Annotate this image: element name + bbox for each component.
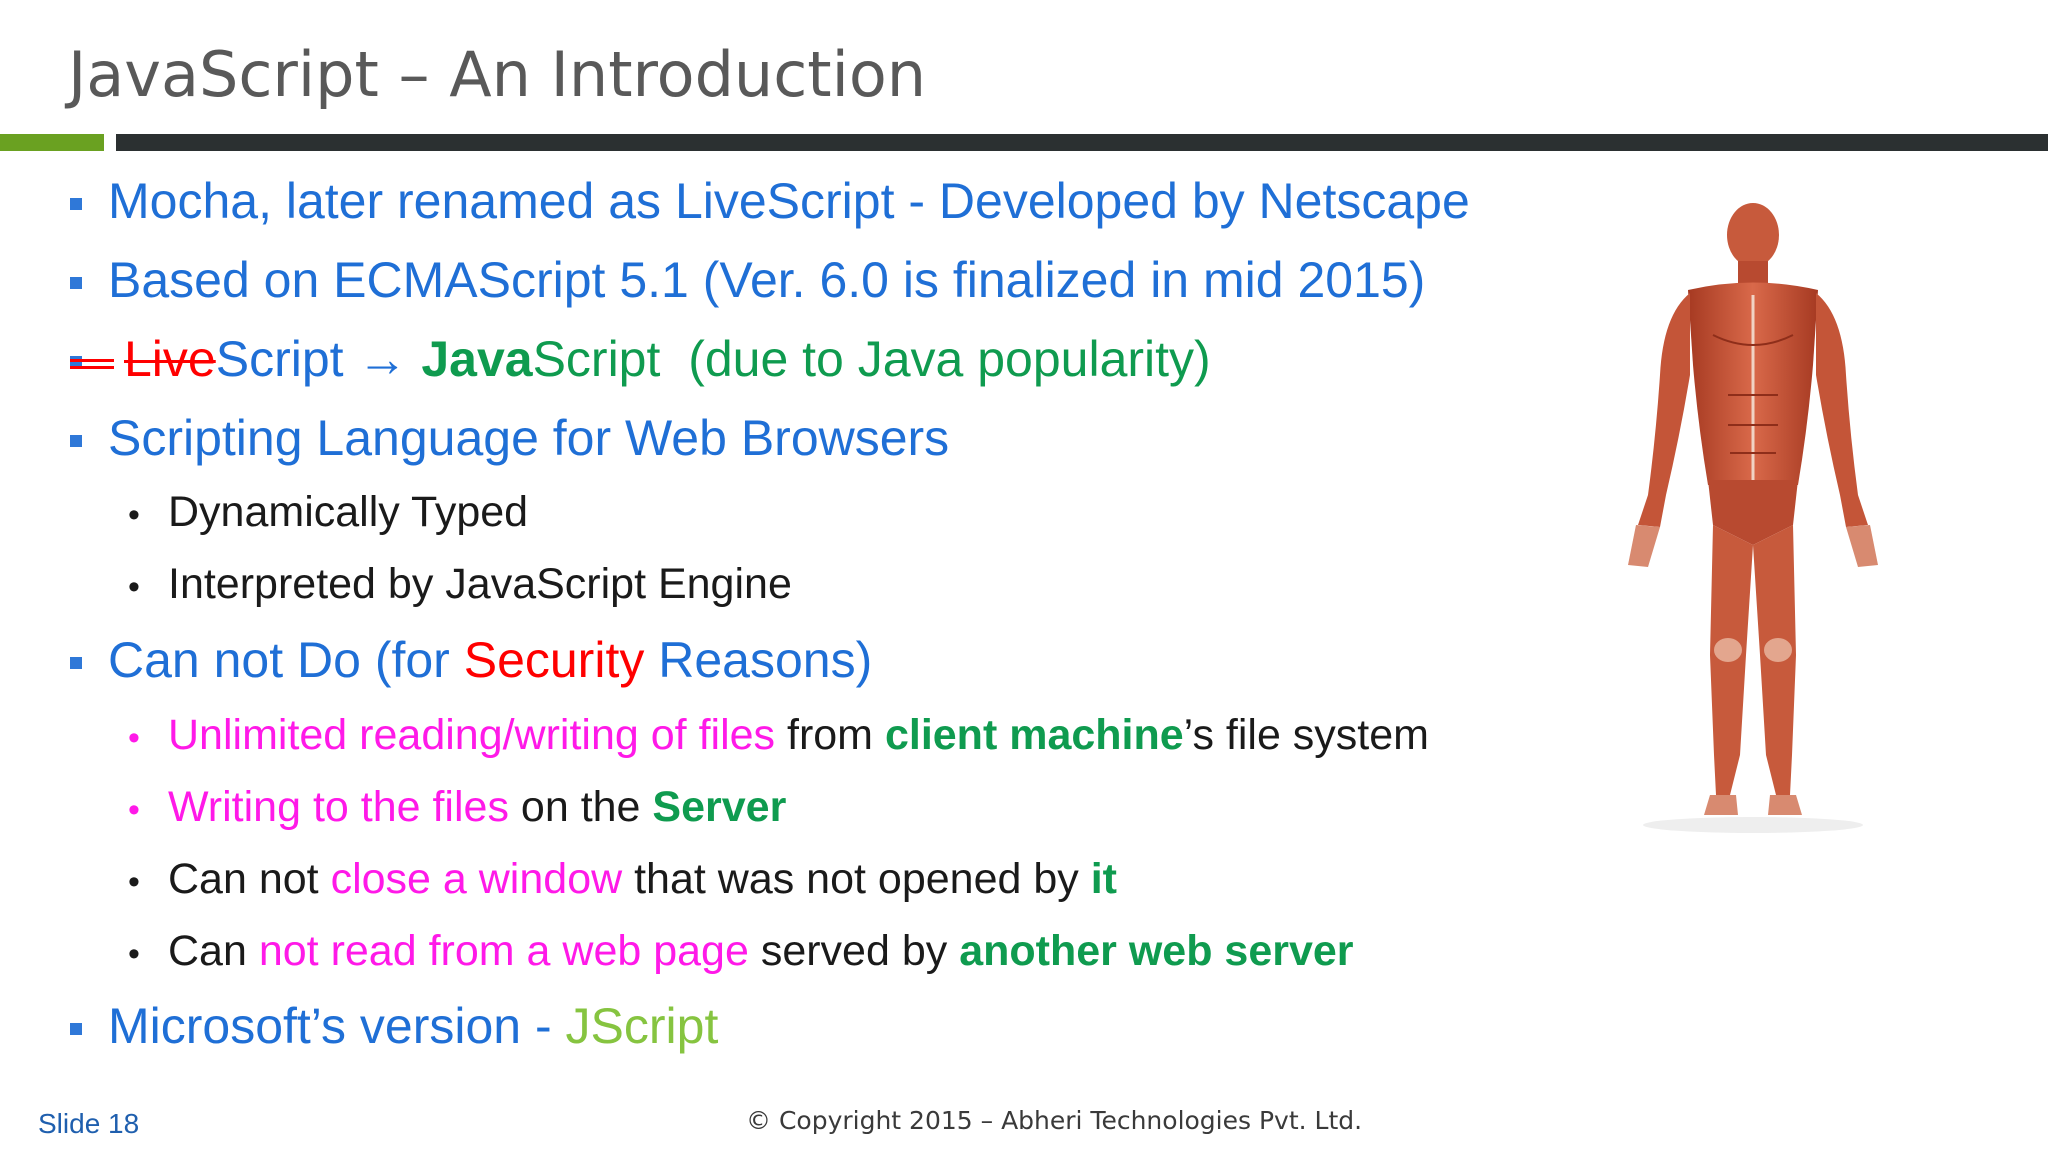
copyright-notice: © Copyright 2015 – Abheri Technologies P… (746, 1106, 1363, 1135)
bullet-dot-icon: • (128, 935, 140, 973)
sub-writing-server: Writing to the files on the Server (168, 783, 787, 831)
bullet-square-icon (70, 198, 82, 210)
sub-close-window: Can not close a window that was not open… (168, 855, 1117, 903)
bullet-square-icon (70, 435, 82, 447)
bullet-ecmascript: Based on ECMAScript 5.1 (Ver. 6.0 is fin… (108, 252, 1426, 308)
bullet-microsoft-version: Microsoft’s version - JScript (108, 998, 719, 1054)
bullet-scripting-language: Scripting Language for Web Browsers (108, 410, 950, 466)
strike-line (70, 359, 114, 362)
bullet-dot-icon: • (128, 791, 140, 829)
bullet-dot-icon: • (128, 496, 140, 534)
slide-number: Slide 18 (38, 1108, 140, 1139)
bullet-square-icon (70, 657, 82, 669)
arrow-right-icon: → (357, 331, 408, 387)
bullet-dot-icon: • (128, 568, 140, 606)
bullet-square-icon (70, 1023, 82, 1035)
bullet-can-not-do: Can not Do (for Security Reasons) (108, 632, 873, 688)
bullet-dot-icon: • (128, 863, 140, 901)
sub-unlimited-reading: Unlimited reading/writing of files from … (168, 711, 1429, 759)
human-muscle-anatomy-figure (1628, 203, 1878, 833)
sub-read-web-page: Can not read from a web page served by a… (168, 927, 1354, 975)
sub-dynamically-typed: Dynamically Typed (168, 488, 529, 536)
bullet-livescript-to-javascript: LiveScript → JavaScript (due to Java pop… (124, 331, 1211, 387)
livescript-struck-text: Live (124, 331, 216, 387)
sub-interpreted: Interpreted by JavaScript Engine (168, 560, 792, 608)
bullet-dot-icon: • (128, 719, 140, 757)
strike-line (70, 366, 114, 369)
bullet-square-icon (70, 277, 82, 289)
bullet-mocha: Mocha, later renamed as LiveScript - Dev… (108, 173, 1470, 229)
